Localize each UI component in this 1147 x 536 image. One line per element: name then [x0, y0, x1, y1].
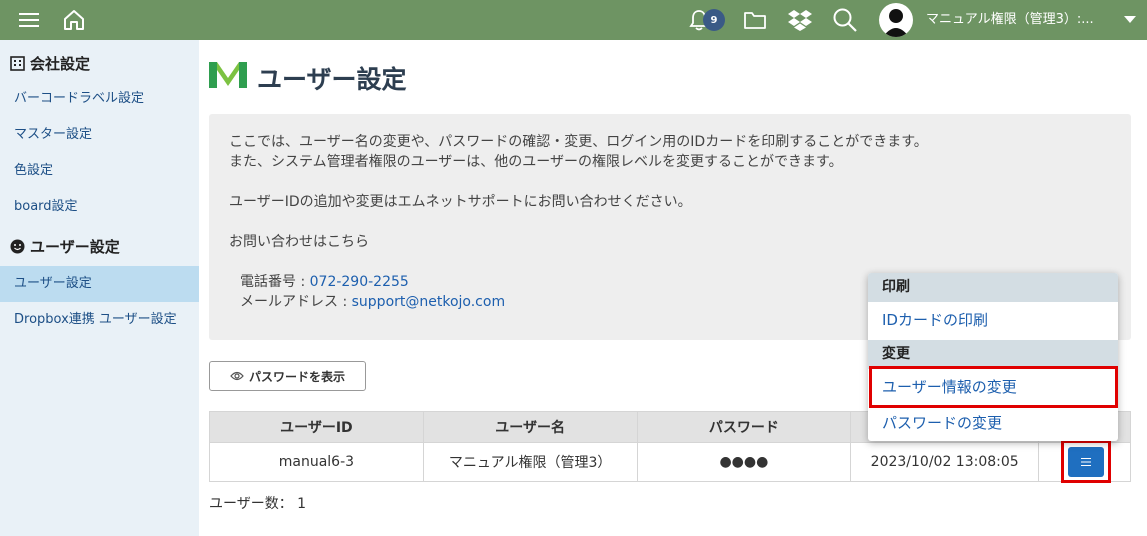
phone-link[interactable]: 072-290-2255 — [310, 274, 409, 290]
sidebar-item-dropbox-user[interactable]: Dropbox連携 ユーザー設定 — [0, 302, 199, 338]
email-line: メールアドレス : support@netkojo.com — [240, 291, 505, 311]
user-count: ユーザー数： 1 — [209, 496, 307, 512]
sidebar-item-board[interactable]: board設定 — [0, 189, 199, 225]
sidebar-heading-user: ユーザー設定 — [10, 236, 120, 257]
column-header-user-name: ユーザー名 — [422, 411, 638, 443]
smile-icon — [10, 239, 25, 254]
highlight-change-user-info — [869, 366, 1118, 408]
show-password-label: パスワードを表示 — [248, 369, 345, 384]
notification-badge: 9 — [703, 9, 725, 31]
sidebar-heading-company: 会社設定 — [10, 53, 90, 74]
sidebar-item-master[interactable]: マスター設定 — [0, 117, 199, 153]
cell-user-name: マニュアル権限（管理3） — [422, 442, 638, 482]
eye-icon — [230, 371, 244, 381]
dropbox-icon[interactable] — [786, 0, 814, 40]
page-title: ユーザー設定 — [257, 65, 407, 94]
search-icon[interactable] — [831, 0, 859, 40]
cell-user-id: manual6-3 — [209, 442, 424, 482]
info-text: ユーザーIDの追加や変更はエムネットサポートにお問い合わせください。 — [229, 194, 692, 210]
phone-label: 電話番号 : — [240, 274, 310, 290]
top-bar: 9 マニュアル権限（管理3）:... — [0, 0, 1147, 40]
sidebar-heading-label: 会社設定 — [30, 55, 91, 73]
info-text: また、システム管理者権限のユーザーは、他のユーザーの権限レベルを変更することがで… — [229, 154, 843, 170]
menu-heading-print: 印刷 — [868, 273, 1118, 302]
sidebar-heading-label: ユーザー設定 — [30, 238, 120, 256]
avatar[interactable] — [879, 3, 913, 37]
email-link[interactable]: support@netkojo.com — [352, 294, 505, 310]
row-action-menu: 印刷 IDカードの印刷 変更 ユーザー情報の変更 パスワードの変更 — [868, 273, 1118, 441]
menu-heading-change: 変更 — [868, 340, 1118, 369]
column-header-user-id: ユーザーID — [209, 411, 424, 443]
sidebar-item-user-settings[interactable]: ユーザー設定 — [0, 266, 199, 302]
building-icon — [10, 56, 25, 71]
user-name-label[interactable]: マニュアル権限（管理3）:... — [926, 0, 1094, 40]
column-header-password: パスワード — [636, 411, 852, 443]
table-row: manual6-3 マニュアル権限（管理3） ●●●● 2023/10/02 1… — [209, 442, 1131, 482]
sidebar-item-color[interactable]: 色設定 — [0, 153, 199, 189]
email-label: メールアドレス : — [240, 294, 352, 310]
info-text: お問い合わせはこちら — [229, 234, 369, 250]
highlight-menu-button — [1061, 440, 1111, 483]
cell-password: ●●●● — [636, 442, 852, 482]
home-icon[interactable] — [60, 0, 88, 40]
cell-date: 2023/10/02 13:08:05 — [850, 442, 1040, 482]
chevron-down-icon[interactable] — [1124, 16, 1136, 23]
folder-icon[interactable] — [742, 0, 768, 40]
menu-item-print-id-card[interactable]: IDカードの印刷 — [868, 302, 1118, 338]
phone-line: 電話番号 : 072-290-2255 — [240, 271, 409, 291]
menu-item-change-password[interactable]: パスワードの変更 — [868, 405, 1118, 441]
sidebar-item-barcode-label[interactable]: バーコードラベル設定 — [0, 81, 199, 117]
show-password-button[interactable]: パスワードを表示 — [209, 361, 366, 391]
hamburger-menu-icon[interactable] — [14, 0, 44, 40]
info-text: ここでは、ユーザー名の変更や、パスワードの確認・変更、ログイン用のIDカードを印… — [229, 134, 928, 150]
sidebar: 会社設定 バーコードラベル設定 マスター設定 色設定 board設定 ユーザー設… — [0, 40, 199, 536]
logo-icon — [209, 62, 247, 88]
